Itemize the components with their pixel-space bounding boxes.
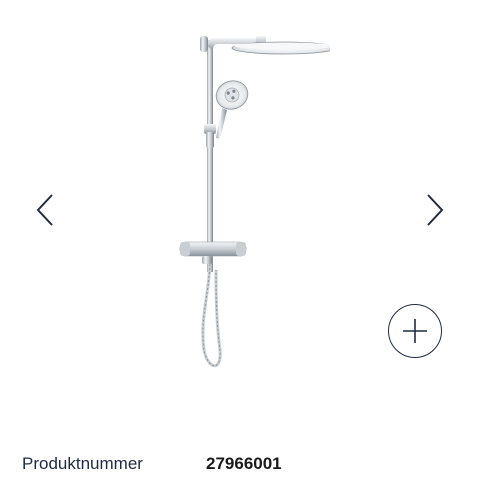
- plus-icon: [403, 319, 427, 343]
- product-number-value: 27966001: [206, 454, 282, 473]
- chevron-left-icon: [36, 194, 53, 226]
- product-number-label: Produktnummer: [22, 454, 143, 473]
- product-gallery: [0, 0, 480, 420]
- product-page: Produktnummer 27966001: [0, 0, 480, 480]
- zoom-button[interactable]: [388, 304, 442, 358]
- chevron-right-icon: [427, 194, 444, 226]
- gallery-next-button[interactable]: [420, 190, 450, 230]
- gallery-prev-button[interactable]: [30, 190, 60, 230]
- product-number-row: Produktnummer 27966001: [22, 452, 282, 476]
- product-image-shower-system[interactable]: [150, 20, 330, 380]
